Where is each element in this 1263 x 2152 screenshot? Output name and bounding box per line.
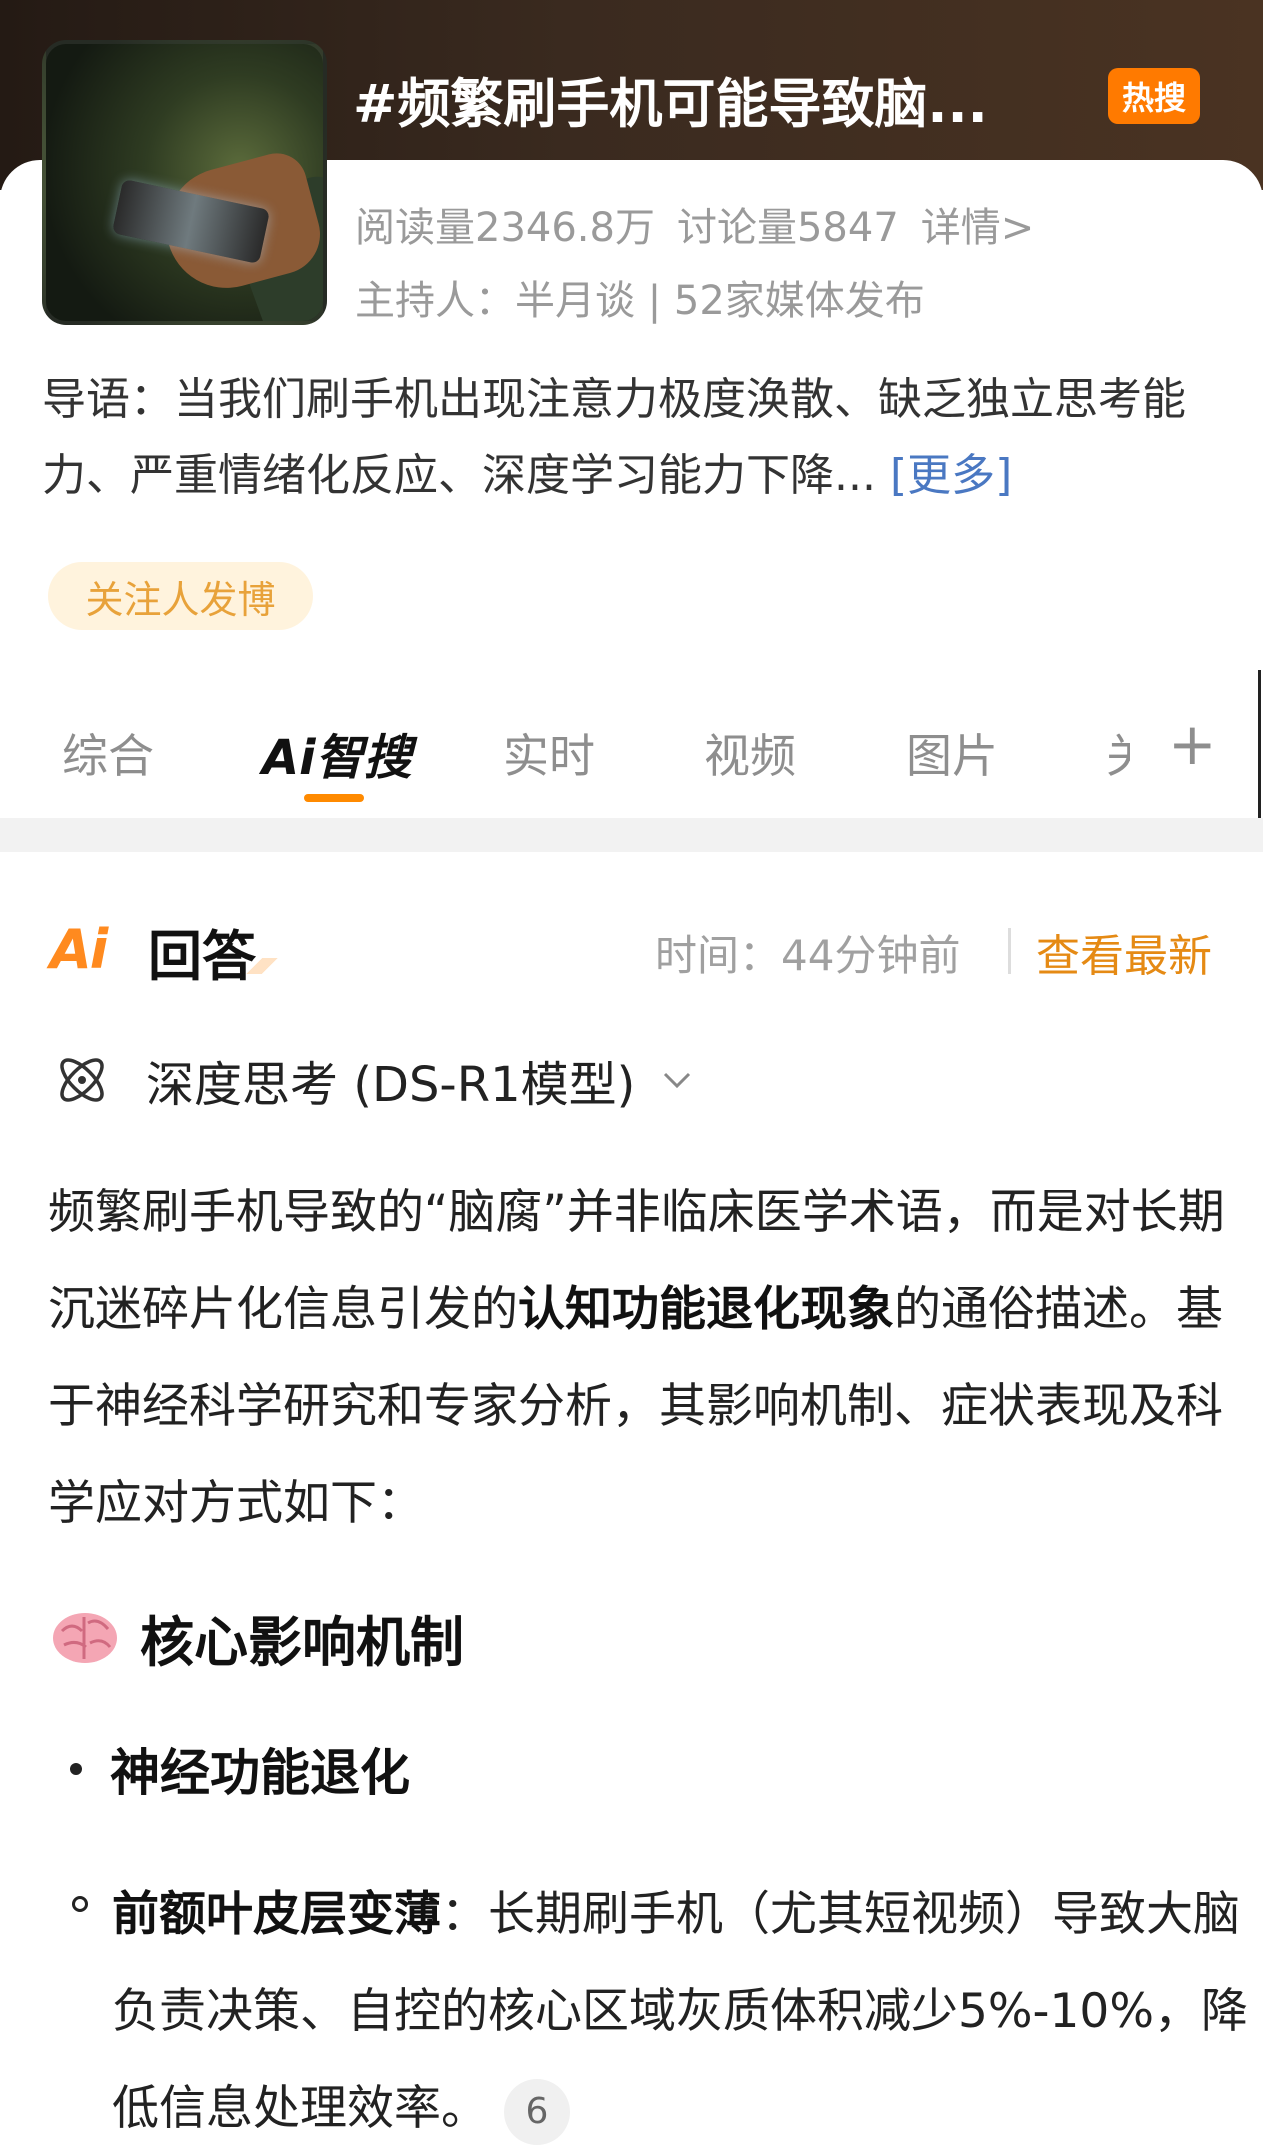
details-link[interactable]: 详情> (921, 205, 1035, 251)
sub-item-bold: 前额叶皮层变薄 (112, 1887, 441, 1942)
tab-more-partial[interactable]: 关 (1106, 720, 1130, 786)
topic-stats: 阅读量2346.8万 讨论量5847 详情> (355, 195, 1034, 253)
intro-more-link[interactable]: [更多] (890, 450, 1012, 501)
tab-bar: 综合 Ai智搜 实时 视频 图片 关 + (0, 690, 1263, 818)
view-latest-link[interactable]: 查看最新 (1036, 920, 1212, 984)
tab-video[interactable]: 视频 (704, 720, 796, 786)
topic-cover-image[interactable] (42, 40, 327, 325)
title-decoration (232, 958, 292, 974)
model-selector[interactable]: 深度思考 (DS-R1模型) (52, 1050, 695, 1113)
plus-icon[interactable]: + (1168, 710, 1217, 778)
section-title: 核心影响机制 (140, 1611, 464, 1674)
list-item: 神经功能退化 (70, 1733, 410, 1805)
vertical-divider (1008, 928, 1011, 974)
bullet-dot-icon (70, 1763, 82, 1775)
bullet-ring-icon (72, 1896, 88, 1912)
topic-host[interactable]: 主持人：半月谈 | 52家媒体发布 (355, 268, 925, 326)
active-tab-indicator (304, 794, 364, 802)
answer-text-bold: 认知功能退化现象 (518, 1282, 894, 1337)
bullet-heading: 神经功能退化 (110, 1744, 410, 1802)
tab-realtime[interactable]: 实时 (503, 720, 595, 786)
answer-title: 回答 (148, 925, 256, 988)
sub-item-text: 前额叶皮层变薄：长期刷手机（尤其短视频）导致大脑负责决策、自控的核心区域灰质体积… (112, 1866, 1262, 2152)
atom-icon (60, 1058, 104, 1102)
topic-intro: 导语：当我们刷手机出现注意力极度涣散、缺乏独立思考能力、严重情绪化反应、深度学习… (42, 362, 1227, 514)
model-label: 深度思考 (DS-R1模型) (146, 1057, 636, 1113)
scroll-edge-divider (1258, 670, 1261, 820)
hot-badge: 热搜 (1108, 68, 1200, 124)
ai-logo-icon: Ai (50, 918, 108, 981)
section-header: 核心影响机制 (50, 1598, 464, 1677)
read-count: 阅读量2346.8万 (355, 205, 655, 251)
answer-time: 时间：44分钟前 (655, 931, 961, 980)
intro-text: 导语：当我们刷手机出现注意力极度涣散、缺乏独立思考能力、严重情绪化反应、深度学习… (42, 374, 1186, 501)
brain-icon (53, 1612, 117, 1663)
tab-comprehensive[interactable]: 综合 (62, 720, 154, 786)
section-separator (0, 818, 1263, 852)
follow-post-button[interactable]: 关注人发博 (48, 562, 313, 630)
tab-images[interactable]: 图片 (906, 720, 998, 786)
tab-ai-search[interactable]: Ai智搜 (262, 718, 412, 788)
discussion-count: 讨论量5847 (676, 205, 899, 251)
answer-paragraph: 频繁刷手机导致的“脑腐”并非临床医学术语，而是对长期沉迷碎片化信息引发的认知功能… (48, 1164, 1228, 1552)
citation-badge[interactable]: 6 (504, 2078, 570, 2145)
topic-title: #频繁刷手机可能导致脑... (353, 74, 988, 135)
chevron-down-icon (664, 1072, 691, 1089)
